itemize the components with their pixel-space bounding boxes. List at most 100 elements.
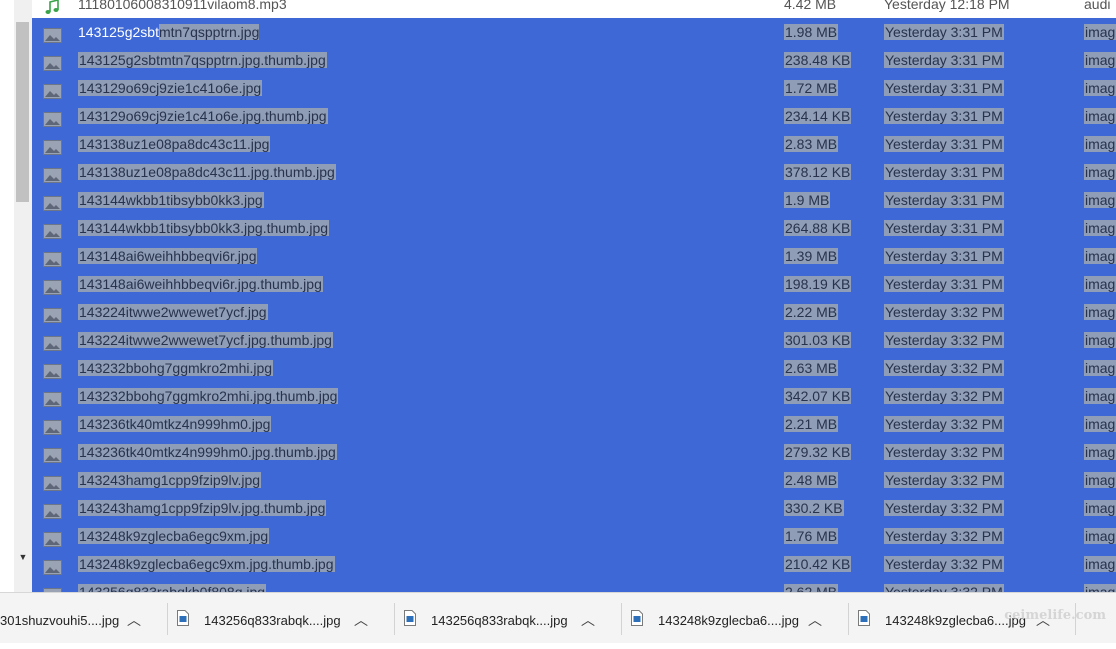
file-name: 143148ai6weihhbbeqvi6r.jpg <box>78 242 258 270</box>
file-date: Yesterday 3:32 PM <box>884 466 1004 494</box>
file-date-text: Yesterday 3:31 PM <box>884 276 1004 292</box>
file-row[interactable]: 143125g2sbtmtn7qspptrn.jpg.thumb.jpg 238.… <box>32 46 1116 74</box>
image-file-icon <box>177 610 189 626</box>
file-row[interactable]: 143232bbohg7ggmkro2mhi.jpg 2.63 MB Yesterd… <box>32 354 1116 382</box>
file-size-text: 2.22 MB <box>784 304 839 320</box>
file-row[interactable]: 143129o69cj9zie1c41o6e.jpg 1.72 MB Yesterd… <box>32 74 1116 102</box>
file-date-text: Yesterday 12:18 PM <box>884 0 1010 12</box>
file-type: imag <box>1084 130 1116 158</box>
chevron-up-icon[interactable]: ︿ <box>354 593 368 647</box>
file-size: 301.03 KB <box>784 326 852 354</box>
file-row[interactable]: 143144wkbb1tibsybb0kk3.jpg 1.9 MB Yesterda… <box>32 186 1116 214</box>
image-file-icon <box>43 136 62 155</box>
file-size-text: 1.76 MB <box>784 528 839 544</box>
chevron-up-icon[interactable]: ︿ <box>808 593 822 647</box>
file-row[interactable]: 143243hamg1cpp9fzip9lv.jpg.thumb.jpg 330.… <box>32 494 1116 522</box>
file-date-text: Yesterday 3:31 PM <box>884 108 1004 124</box>
image-file-icon <box>43 220 62 239</box>
file-size: 238.48 KB <box>784 46 852 74</box>
file-row[interactable]: 143148ai6weihhbbeqvi6r.jpg.thumb.jpg 198.… <box>32 270 1116 298</box>
chevron-up-icon[interactable]: ︿ <box>127 593 141 647</box>
file-row[interactable]: 143148ai6weihhbbeqvi6r.jpg 1.39 MB Yesterd… <box>32 242 1116 270</box>
download-separator <box>394 603 395 635</box>
file-date-text: Yesterday 3:31 PM <box>884 248 1004 264</box>
download-filename: 143256q833rabqk....jpg <box>204 613 341 628</box>
image-file-icon <box>43 444 62 463</box>
file-name-text: 143236tk40mtkz4n999hm0.jpg <box>78 416 272 432</box>
file-name-text: 143256q833rabqkb0f808q.jpg <box>78 584 267 592</box>
file-date: Yesterday 3:31 PM <box>884 214 1004 242</box>
file-type: imag <box>1084 382 1116 410</box>
chevron-up-icon[interactable]: ︿ <box>581 593 595 647</box>
file-name: 143236tk40mtkz4n999hm0.jpg.thumb.jpg <box>78 438 337 466</box>
file-type-text: imag <box>1084 556 1116 572</box>
scroll-down-arrow-icon[interactable]: ▼ <box>18 552 28 562</box>
file-row[interactable]: 143224itwwe2wwewet7ycf.jpg 2.22 MB Yesterd… <box>32 298 1116 326</box>
file-size: 4.42 MB <box>784 0 836 18</box>
file-type: imag <box>1084 578 1116 592</box>
file-date-text: Yesterday 3:31 PM <box>884 52 1004 68</box>
file-name-text: 143148ai6weihhbbeqvi6r.jpg.thumb.jpg <box>78 276 323 292</box>
file-name: 143243hamg1cpp9fzip9lv.jpg.thumb.jpg <box>78 494 327 522</box>
file-size-text: 279.32 KB <box>784 444 852 460</box>
file-name: 143138uz1e08pa8dc43c11.jpg.thumb.jpg <box>78 158 336 186</box>
file-row[interactable]: 143224itwwe2wwewet7ycf.jpg.thumb.jpg 301.… <box>32 326 1116 354</box>
file-date-text: Yesterday 3:31 PM <box>884 24 1004 40</box>
file-date: Yesterday 3:32 PM <box>884 382 1004 410</box>
file-row[interactable]: 143232bbohg7ggmkro2mhi.jpg.thumb.jpg 342.… <box>32 382 1116 410</box>
file-date: Yesterday 12:18 PM <box>884 0 1010 18</box>
file-size-text: 2.62 MB <box>784 584 839 592</box>
file-type: imag <box>1084 410 1116 438</box>
file-row[interactable]: 143125g2sbtmtn7qspptrn.jpg 1.98 MB Yesterd… <box>32 18 1116 46</box>
file-name: 143256q833rabqkb0f808q.jpg <box>78 578 267 592</box>
vertical-scrollbar[interactable]: ▼ <box>14 0 33 592</box>
file-name: 143144wkbb1tibsybb0kk3.jpg <box>78 186 264 214</box>
file-name: 143129o69cj9zie1c41o6e.jpg <box>78 74 263 102</box>
file-type-text: imag <box>1084 332 1116 348</box>
file-name: 143148ai6weihhbbeqvi6r.jpg.thumb.jpg <box>78 270 323 298</box>
file-row[interactable]: 143138uz1e08pa8dc43c11.jpg 2.83 MB Yesterd… <box>32 130 1116 158</box>
file-type: imag <box>1084 550 1116 578</box>
file-row[interactable]: 11180106008310911vilaom8.mp3 4.42 MB Yeste… <box>32 0 1116 18</box>
file-name-text: 143232bbohg7ggmkro2mhi.jpg <box>78 360 274 376</box>
file-size: 1.9 MB <box>784 186 831 214</box>
file-date: Yesterday 3:32 PM <box>884 326 1004 354</box>
file-size-text: 238.48 KB <box>784 52 852 68</box>
file-row[interactable]: 143144wkbb1tibsybb0kk3.jpg.thumb.jpg 264.… <box>32 214 1116 242</box>
file-row[interactable]: 143236tk40mtkz4n999hm0.jpg 2.21 MB Yesterd… <box>32 410 1116 438</box>
file-row[interactable]: 143138uz1e08pa8dc43c11.jpg.thumb.jpg 378.… <box>32 158 1116 186</box>
file-name: 143129o69cj9zie1c41o6e.jpg.thumb.jpg <box>78 102 328 130</box>
file-row[interactable]: 143248k9zglecba6egc9xm.jpg.thumb.jpg 210.… <box>32 550 1116 578</box>
file-type-text: imag <box>1084 248 1116 264</box>
file-date-text: Yesterday 3:32 PM <box>884 584 1004 592</box>
file-size: 2.83 MB <box>784 130 839 158</box>
file-name-text: 143138uz1e08pa8dc43c11.jpg <box>78 136 271 152</box>
file-row[interactable]: 143256q833rabqkb0f808q.jpg 2.62 MB Yesterd… <box>32 578 1116 592</box>
image-file-icon <box>43 416 62 435</box>
scrollbar-thumb[interactable] <box>16 22 29 202</box>
file-row[interactable]: 143236tk40mtkz4n999hm0.jpg.thumb.jpg 279.… <box>32 438 1116 466</box>
file-date: Yesterday 3:32 PM <box>884 550 1004 578</box>
file-name-text: 143129o69cj9zie1c41o6e.jpg <box>78 80 263 96</box>
file-date-text: Yesterday 3:32 PM <box>884 528 1004 544</box>
file-type-text: imag <box>1084 500 1116 516</box>
file-size-text: 330.2 KB <box>784 500 844 516</box>
file-name-text: 143248k9zglecba6egc9xm.jpg.thumb.jpg <box>78 556 335 572</box>
file-size-text: 198.19 KB <box>784 276 852 292</box>
file-size-text: 2.63 MB <box>784 360 839 376</box>
file-size: 1.39 MB <box>784 242 839 270</box>
file-type: imag <box>1084 18 1116 46</box>
file-type-text: audi <box>1084 0 1111 12</box>
file-row[interactable]: 143129o69cj9zie1c41o6e.jpg.thumb.jpg 234.… <box>32 102 1116 130</box>
download-filename: 301shuzvouhi5....jpg <box>0 613 120 628</box>
file-size: 2.22 MB <box>784 298 839 326</box>
file-name-text: 11180106008310911vilaom8.mp3 <box>78 0 287 12</box>
download-filename: 143256q833rabqk....jpg <box>431 613 568 628</box>
image-file-icon <box>43 24 62 43</box>
file-row[interactable]: 143248k9zglecba6egc9xm.jpg 1.76 MB Yesterd… <box>32 522 1116 550</box>
file-size-text: 301.03 KB <box>784 332 852 348</box>
file-row[interactable]: 143243hamg1cpp9fzip9lv.jpg 2.48 MB Yesterd… <box>32 466 1116 494</box>
image-file-icon <box>43 304 62 323</box>
file-date: Yesterday 3:31 PM <box>884 158 1004 186</box>
file-date-text: Yesterday 3:32 PM <box>884 388 1004 404</box>
